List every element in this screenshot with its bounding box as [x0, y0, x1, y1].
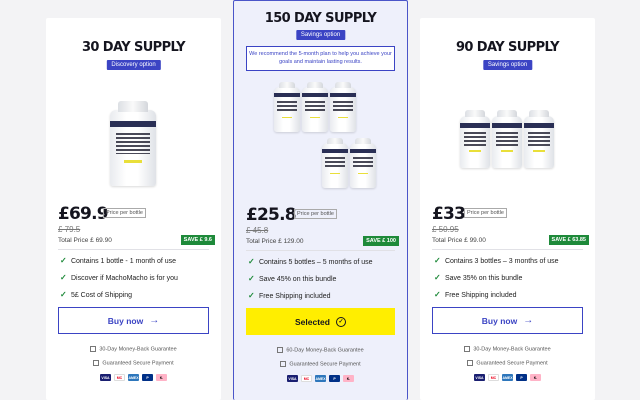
save-badge: SAVE £ 9.6 [180, 235, 215, 245]
visa-icon: VISA [100, 374, 111, 381]
bottle-image [302, 81, 328, 132]
feature-item: ✓ 5£ Cost of Shipping [60, 290, 133, 299]
shield-icon [464, 346, 471, 352]
money-back-guarantee: 30-Day Money-Back Guarantee [420, 346, 595, 352]
check-circle-icon: ✓ [335, 316, 346, 327]
payment-methods: VISA MC AMEX P K. [420, 374, 595, 381]
price-per-bottle-label: Price per bottle [294, 209, 337, 219]
old-price: £ 50.95 [432, 225, 459, 234]
divider [432, 249, 583, 250]
plan-card-30-day[interactable]: 30 DAY SUPPLY Discovery option £69.9 Pri… [46, 18, 221, 400]
check-icon: ✓ [248, 257, 255, 266]
divider [246, 250, 395, 251]
amex-icon: AMEX [315, 375, 326, 382]
feature-item: ✓ Discover if MachoMacho is for you [60, 273, 178, 282]
plan-title: 30 DAY SUPPLY [81, 40, 186, 55]
visa-icon: VISA [287, 375, 298, 382]
klarna-icon: K. [530, 374, 541, 381]
mastercard-icon: MC [114, 374, 125, 381]
price-per-bottle-label: Price per bottle [464, 208, 507, 218]
plan-card-90-day[interactable]: 90 DAY SUPPLY Savings option £33 Price p… [420, 18, 595, 400]
plan-badge: Discovery option [106, 60, 161, 70]
plan-badge: Savings option [295, 30, 346, 40]
product-image [234, 79, 407, 197]
secure-payment: Guaranteed Secure Payment [46, 360, 221, 366]
feature-item: ✓ Free Shipping included [434, 290, 517, 299]
amex-icon: AMEX [502, 374, 513, 381]
feature-item: ✓ Free Shipping included [248, 291, 331, 300]
feature-item: ✓ Contains 1 bottle - 1 month of use [60, 256, 177, 265]
save-badge: SAVE £ 63.85 [548, 235, 589, 245]
old-price: £ 79.5 [58, 225, 81, 234]
check-icon: ✓ [434, 273, 441, 282]
bottle-image [350, 137, 376, 188]
check-icon: ✓ [434, 256, 441, 265]
bottle-image [330, 81, 356, 132]
selected-button[interactable]: Selected ✓ [246, 308, 395, 335]
feature-item: ✓ Contains 3 bottles – 3 months of use [434, 256, 559, 265]
mastercard-icon: MC [301, 375, 312, 382]
lock-icon [280, 361, 287, 367]
price-value: £33 [432, 204, 466, 224]
paypal-icon: P [142, 374, 153, 381]
price-value: £25.8 [246, 205, 297, 225]
feature-item: ✓ Contains 5 bottles – 5 months of use [248, 257, 373, 266]
product-image [420, 88, 595, 198]
payment-methods: VISA MC AMEX P K. [46, 374, 221, 381]
feature-item: ✓ Save 45% on this bundle [248, 274, 337, 283]
bottle-image [492, 109, 522, 168]
klarna-icon: K. [343, 375, 354, 382]
money-back-guarantee: 30-Day Money-Back Guarantee [46, 346, 221, 352]
price-value: £69.9 [58, 204, 109, 224]
check-icon: ✓ [248, 274, 255, 283]
paypal-icon: P [329, 375, 340, 382]
total-price: Total Price £ 69.90 [58, 237, 112, 244]
feature-item: ✓ Save 35% on this bundle [434, 273, 523, 282]
product-image [46, 88, 221, 198]
paypal-icon: P [516, 374, 527, 381]
check-icon: ✓ [60, 256, 67, 265]
price-per-bottle-label: Price per bottle [103, 208, 146, 218]
bottle-image [322, 137, 348, 188]
total-price: Total Price £ 129.00 [246, 238, 304, 245]
plan-badge: Savings option [482, 60, 533, 70]
secure-payment: Guaranteed Secure Payment [420, 360, 595, 366]
klarna-icon: K. [156, 374, 167, 381]
mastercard-icon: MC [488, 374, 499, 381]
plan-card-150-day[interactable]: 150 DAY SUPPLY Savings option We recomme… [233, 0, 408, 400]
old-price: £ 45.8 [246, 226, 269, 235]
bottle-image [274, 81, 300, 132]
arrow-right-icon: → [523, 315, 534, 326]
save-badge: SAVE £ 100 [363, 236, 399, 246]
payment-methods: VISA MC AMEX P K. [234, 375, 407, 382]
recommendation-box: We recommend the 5-month plan to help yo… [246, 46, 395, 71]
buy-now-button[interactable]: Buy now → [432, 307, 583, 334]
bottle-image [110, 100, 156, 186]
bottle-image [460, 109, 490, 168]
shield-icon [90, 346, 97, 352]
plan-title: 150 DAY SUPPLY [264, 11, 377, 26]
check-icon: ✓ [60, 290, 67, 299]
arrow-right-icon: → [149, 315, 160, 326]
secure-payment: Guaranteed Secure Payment [234, 361, 407, 367]
check-icon: ✓ [60, 273, 67, 282]
money-back-guarantee: 60-Day Money-Back Guarantee [234, 347, 407, 353]
amex-icon: AMEX [128, 374, 139, 381]
check-icon: ✓ [248, 291, 255, 300]
lock-icon [467, 360, 474, 366]
buy-now-button[interactable]: Buy now → [58, 307, 209, 334]
check-icon: ✓ [434, 290, 441, 299]
pricing-section: 30 DAY SUPPLY Discovery option £69.9 Pri… [0, 0, 640, 400]
visa-icon: VISA [474, 374, 485, 381]
lock-icon [93, 360, 100, 366]
bottle-image [524, 109, 554, 168]
shield-icon [277, 347, 284, 353]
total-price: Total Price £ 99.00 [432, 237, 486, 244]
plan-title: 90 DAY SUPPLY [455, 40, 560, 55]
divider [58, 249, 209, 250]
